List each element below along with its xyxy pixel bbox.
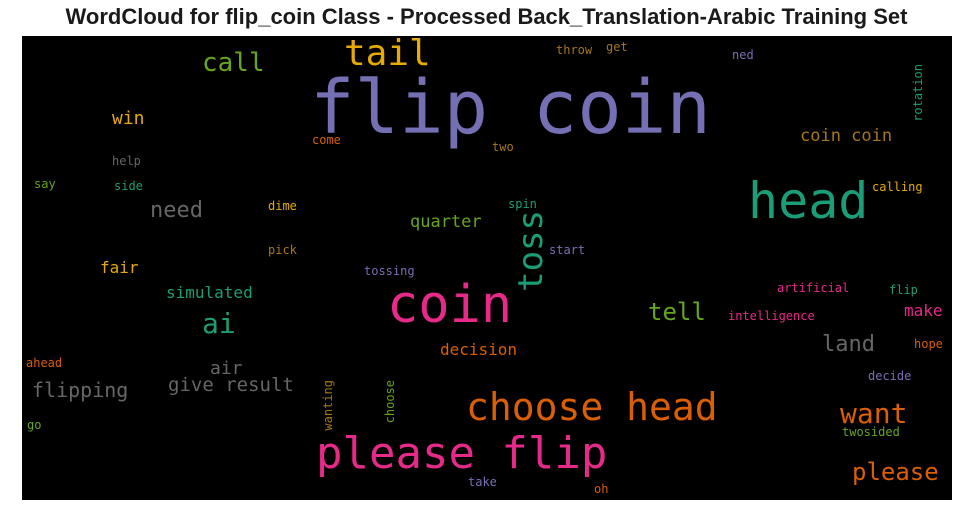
word-tossing: tossing xyxy=(364,264,415,278)
word-artificial: artificial xyxy=(777,281,850,295)
word-toss: toss xyxy=(511,210,551,292)
word-tell: tell xyxy=(648,298,706,326)
word-take: take xyxy=(468,475,497,489)
word-flip-coin: flip coin xyxy=(310,65,711,151)
word-rotation: rotation xyxy=(911,64,925,122)
word-calling: calling xyxy=(872,180,923,194)
word-two: two xyxy=(492,140,514,154)
word-make: make xyxy=(904,301,943,320)
word-land: land xyxy=(822,332,875,357)
word-come: come xyxy=(312,133,341,147)
word-win: win xyxy=(112,108,145,129)
word-oh: oh xyxy=(594,482,609,496)
word-coin-coin: coin coin xyxy=(800,126,893,146)
word-flip: flip xyxy=(889,283,918,297)
word-side: side xyxy=(114,179,143,193)
word-fair: fair xyxy=(100,258,139,277)
word-intelligence: intelligence xyxy=(728,309,815,323)
word-need: need xyxy=(150,198,203,223)
word-spin: spin xyxy=(508,197,537,211)
word-hope: hope xyxy=(914,337,943,351)
word-ahead: ahead xyxy=(26,356,63,370)
word-pick: pick xyxy=(268,243,297,257)
word-head: head xyxy=(748,172,869,230)
word-tail: tail xyxy=(344,36,431,74)
word-ai: ai xyxy=(202,307,236,340)
word-want: want xyxy=(840,397,908,430)
word-go: go xyxy=(27,418,42,432)
chart-title: WordCloud for flip_coin Class - Processe… xyxy=(65,4,908,29)
word-choose-head: choose head xyxy=(466,385,718,429)
word-decide: decide xyxy=(868,369,912,383)
word-say: say xyxy=(34,177,56,191)
word-start: start xyxy=(549,243,586,257)
word-wanting: wanting xyxy=(321,380,335,431)
word-simulated: simulated xyxy=(166,283,253,302)
word-coin: coin xyxy=(387,275,513,335)
word-flipping: flipping xyxy=(32,378,129,402)
word-twosided: twosided xyxy=(842,425,900,439)
word-get: get xyxy=(606,40,628,54)
word-call: call xyxy=(202,48,265,78)
word-air: air xyxy=(210,358,243,379)
word-ned: ned xyxy=(732,48,754,62)
word-decision: decision xyxy=(440,340,518,359)
word-throw: throw xyxy=(556,43,593,57)
word-help: help xyxy=(112,154,141,168)
word-choose: choose xyxy=(383,380,397,424)
word-please: please xyxy=(852,458,939,486)
wordcloud-canvas: flip coin coin please flip head choose h… xyxy=(22,36,952,500)
word-please-flip: please flip xyxy=(316,428,608,479)
word-quarter: quarter xyxy=(410,212,482,232)
word-dime: dime xyxy=(268,199,297,213)
